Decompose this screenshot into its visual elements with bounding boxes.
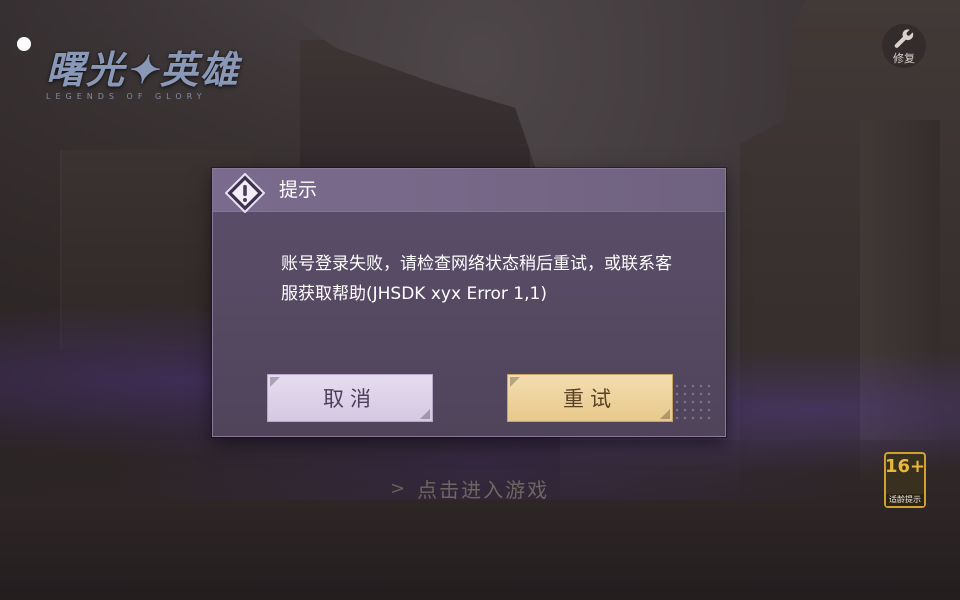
- game-logo: 曙光✦英雄 LEGENDS OF GLORY: [46, 48, 296, 110]
- enter-game-hint[interactable]: > 点击进入游戏: [390, 474, 590, 502]
- wrench-icon: [892, 27, 916, 55]
- error-dialog: 提示 账号登录失败，请检查网络状态稍后重试，或联系客服获取帮助(JHSDK xy…: [212, 168, 726, 437]
- warning-diamond-icon: [224, 172, 266, 214]
- age-rating: 16+: [884, 456, 926, 477]
- logo-title: 曙光✦英雄: [46, 47, 240, 92]
- repair-button[interactable]: 修复: [882, 24, 926, 68]
- decorative-dots: [673, 382, 713, 422]
- game-login-screen: 曙光✦英雄 LEGENDS OF GLORY 修复 > 点击进入游戏 16+ 适…: [0, 0, 960, 600]
- enter-game-label: 点击进入游戏: [417, 477, 550, 502]
- dialog-header: 提示: [213, 169, 725, 214]
- age-rating-label: 适龄提示: [886, 494, 924, 506]
- floating-dot-button[interactable]: [17, 37, 31, 51]
- dialog-message: 账号登录失败，请检查网络状态稍后重试，或联系客服获取帮助(JHSDK xyx E…: [281, 254, 672, 304]
- chevron-right-icon: >: [390, 477, 408, 499]
- logo-subtitle: LEGENDS OF GLORY: [46, 92, 207, 101]
- dialog-title: 提示: [279, 179, 318, 201]
- retry-button[interactable]: 重试: [507, 374, 673, 422]
- repair-label: 修复: [893, 52, 915, 65]
- cancel-button[interactable]: 取消: [267, 374, 433, 422]
- age-rating-badge[interactable]: 16+ 适龄提示: [884, 452, 926, 508]
